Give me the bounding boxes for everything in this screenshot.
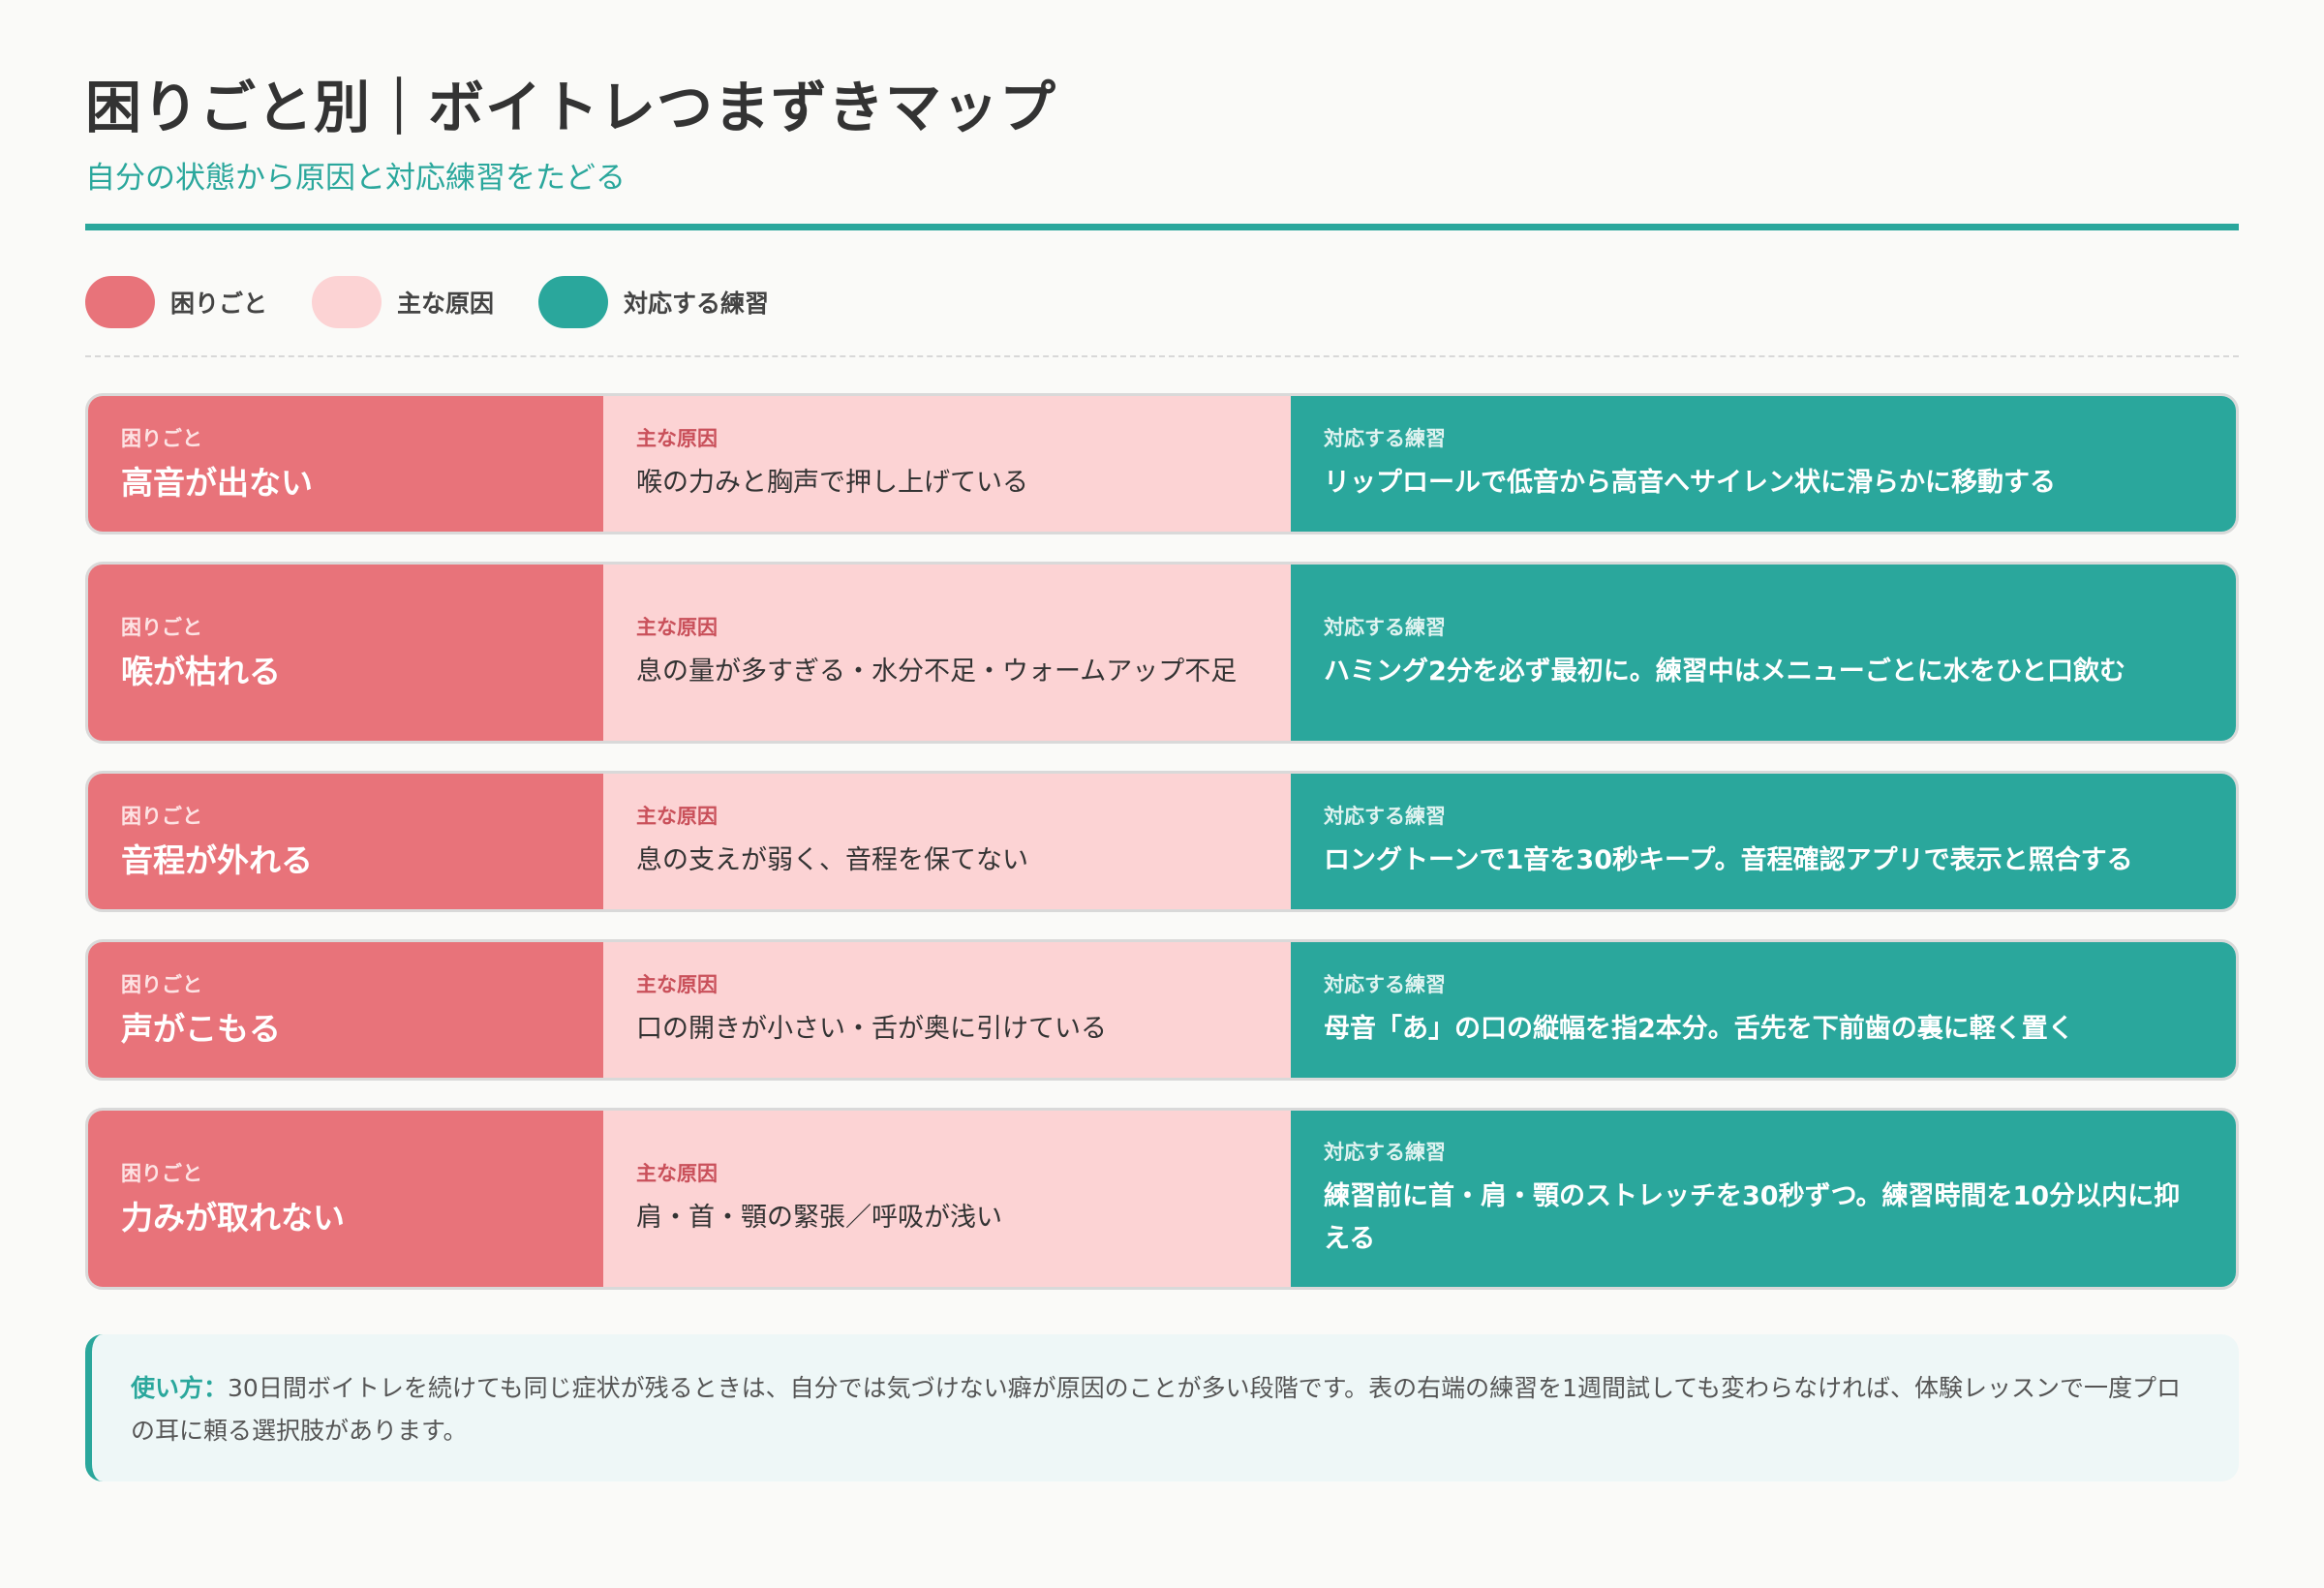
- practice-cell: 対応する練習 ハミング2分を必ず最初に。練習中はメニューごとに水をひと口飲む: [1291, 565, 2236, 741]
- cause-tag: 主な原因: [636, 616, 718, 639]
- problem-text: 喉が枯れる: [121, 653, 281, 690]
- legend-label-practice: 対応する練習: [624, 290, 770, 318]
- cause-tag: 主な原因: [636, 1162, 718, 1185]
- problem-text: 音程が外れる: [121, 841, 313, 879]
- cause-text: 息の量が多すぎる・水分不足・ウォームアップ不足: [636, 657, 1238, 687]
- cause-cell: 主な原因 息の量が多すぎる・水分不足・ウォームアップ不足: [603, 565, 1291, 741]
- practice-text: 練習前に首・肩・顎のストレッチを30秒ずつ。練習時間を10分以内に抑える: [1324, 1181, 2181, 1254]
- problem-tag: 困りごと: [121, 973, 202, 996]
- cause-tag: 主な原因: [636, 427, 718, 450]
- cause-tag: 主な原因: [636, 805, 718, 828]
- map-row-muffled-voice: 困りごと 声がこもる 主な原因 口の開きが小さい・舌が奥に引けている 対応する練…: [85, 939, 2239, 1081]
- cause-cell: 主な原因 喉の力みと胸声で押し上げている: [603, 396, 1291, 532]
- problem-tag: 困りごと: [121, 805, 202, 828]
- map-row-high-notes: 困りごと 高音が出ない 主な原因 喉の力みと胸声で押し上げている 対応する練習 …: [85, 393, 2239, 534]
- legend-swatch-practice: [538, 276, 609, 328]
- practice-text: ロングトーンで1音を30秒キープ。音程確認アプリで表示と照合する: [1324, 845, 2133, 875]
- cause-cell: 主な原因 口の開きが小さい・舌が奥に引けている: [603, 942, 1291, 1078]
- practice-text: リップロールで低音から高音へサイレン状に滑らかに移動する: [1324, 468, 2056, 498]
- legend-item-practice: 対応する練習: [538, 276, 769, 328]
- cause-cell: 主な原因 息の支えが弱く、音程を保てない: [603, 774, 1291, 909]
- legend: 困りごと 主な原因 対応する練習: [85, 275, 813, 329]
- practice-text: 母音「あ」の口の縦幅を指2本分。舌先を下前歯の裏に軽く置く: [1324, 1014, 2074, 1044]
- legend-item-cause: 主な原因: [312, 276, 494, 328]
- legend-swatch-problem: [85, 276, 155, 328]
- map-row-tension: 困りごと 力みが取れない 主な原因 肩・首・顎の緊張／呼吸が浅い 対応する練習 …: [85, 1108, 2239, 1290]
- cause-text: 息の支えが弱く、音程を保てない: [636, 845, 1028, 875]
- problem-text: 高音が出ない: [121, 464, 313, 502]
- problem-tag: 困りごと: [121, 616, 202, 639]
- page-title: 困りごと別｜ボイトレつまずきマップ: [85, 75, 1057, 140]
- practice-tag: 対応する練習: [1324, 616, 1446, 639]
- problem-text: 声がこもる: [121, 1010, 281, 1048]
- title-divider: [85, 224, 2239, 230]
- page-subtitle: 自分の状態から原因と対応練習をたどる: [85, 161, 626, 196]
- usage-note-label: 使い方：: [131, 1374, 229, 1402]
- map-row-off-pitch: 困りごと 音程が外れる 主な原因 息の支えが弱く、音程を保てない 対応する練習 …: [85, 771, 2239, 912]
- map-row-hoarse-throat: 困りごと 喉が枯れる 主な原因 息の量が多すぎる・水分不足・ウォームアップ不足 …: [85, 562, 2239, 744]
- problem-cell: 困りごと 声がこもる: [88, 942, 603, 1078]
- problem-cell: 困りごと 力みが取れない: [88, 1111, 603, 1287]
- practice-cell: 対応する練習 ロングトーンで1音を30秒キープ。音程確認アプリで表示と照合する: [1291, 774, 2236, 909]
- practice-cell: 対応する練習 母音「あ」の口の縦幅を指2本分。舌先を下前歯の裏に軽く置く: [1291, 942, 2236, 1078]
- legend-divider: [85, 355, 2239, 357]
- problem-cell: 困りごと 喉が枯れる: [88, 565, 603, 741]
- problem-tag: 困りごと: [121, 427, 202, 450]
- legend-swatch-cause: [312, 276, 382, 328]
- practice-tag: 対応する練習: [1324, 1141, 1446, 1164]
- practice-cell: 対応する練習 リップロールで低音から高音へサイレン状に滑らかに移動する: [1291, 396, 2236, 532]
- usage-note: 使い方：30日間ボイトレを続けても同じ症状が残るときは、自分では気づけない癖が原…: [85, 1334, 2239, 1481]
- legend-item-problem: 困りごと: [85, 276, 267, 328]
- problem-tag: 困りごと: [121, 1162, 202, 1185]
- practice-cell: 対応する練習 練習前に首・肩・顎のストレッチを30秒ずつ。練習時間を10分以内に…: [1291, 1111, 2236, 1287]
- practice-text: ハミング2分を必ず最初に。練習中はメニューごとに水をひと口飲む: [1324, 657, 2125, 687]
- cause-cell: 主な原因 肩・首・顎の緊張／呼吸が浅い: [603, 1111, 1291, 1287]
- practice-tag: 対応する練習: [1324, 805, 1446, 828]
- cause-text: 肩・首・顎の緊張／呼吸が浅い: [636, 1203, 1002, 1233]
- cause-text: 喉の力みと胸声で押し上げている: [636, 468, 1028, 498]
- problem-cell: 困りごと 高音が出ない: [88, 396, 603, 532]
- practice-tag: 対応する練習: [1324, 427, 1446, 450]
- legend-label-problem: 困りごと: [170, 290, 268, 318]
- practice-tag: 対応する練習: [1324, 973, 1446, 996]
- cause-tag: 主な原因: [636, 973, 718, 996]
- problem-cell: 困りごと 音程が外れる: [88, 774, 603, 909]
- usage-note-text: 30日間ボイトレを続けても同じ症状が残るときは、自分では気づけない癖が原因のこと…: [131, 1374, 2181, 1445]
- legend-label-cause: 主な原因: [397, 290, 495, 318]
- cause-text: 口の開きが小さい・舌が奥に引けている: [636, 1014, 1107, 1044]
- problem-text: 力みが取れない: [121, 1199, 345, 1237]
